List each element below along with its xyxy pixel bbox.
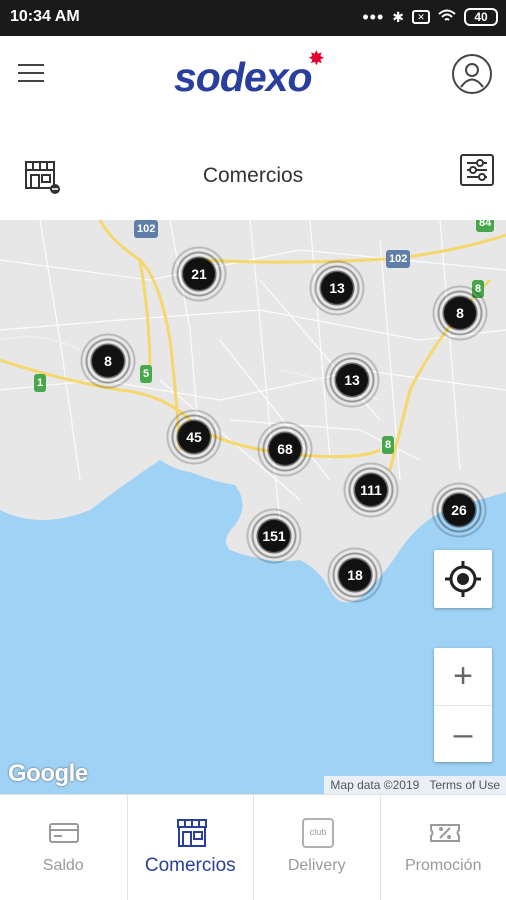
card-icon (49, 823, 79, 843)
map-cluster-marker[interactable]: 26 (428, 479, 490, 541)
bottom-navigation: Saldo Comercios club Delivery Promoción (0, 794, 506, 900)
major-roads (0, 220, 506, 471)
nav-item-delivery[interactable]: club Delivery (253, 795, 380, 900)
status-bar: 10:34 AM ••• ✱ ✕ 40 (0, 0, 506, 36)
discount-ticket-icon (429, 824, 460, 842)
status-icons: ••• ✱ ✕ 40 (362, 8, 498, 26)
road-shield: 84 (476, 220, 495, 232)
road-shield: 5 (140, 365, 153, 383)
cluster-count: 45 (178, 421, 210, 453)
nav-label: Saldo (42, 857, 84, 874)
cluster-count: 18 (339, 559, 371, 591)
map-view[interactable]: 102 102 84 8 5 1 8 21 13 8 8 13 45 68 11… (0, 220, 506, 794)
nav-label: Promoción (405, 857, 482, 874)
map-cluster-marker[interactable]: 13 (306, 257, 368, 319)
zoom-out-button[interactable]: – (434, 705, 492, 762)
map-cluster-marker[interactable]: 18 (324, 544, 386, 606)
crosshair-icon (445, 561, 481, 597)
cluster-count: 13 (336, 364, 368, 396)
map-cluster-marker[interactable]: 68 (254, 418, 316, 480)
user-profile-icon[interactable] (452, 54, 492, 94)
map-cluster-marker[interactable]: 21 (168, 243, 230, 305)
nav-label: Delivery (287, 857, 346, 874)
club-delivery-icon: club (302, 818, 334, 848)
hamburger-icon[interactable] (18, 64, 44, 86)
minor-streets (0, 220, 506, 521)
road-shield: 1 (34, 374, 47, 392)
app-header: sodexo ✸ (0, 36, 506, 120)
nav-item-promocion[interactable]: Promoción (379, 795, 506, 900)
page-title: Comercios (202, 164, 304, 187)
logo-star-icon: ✸ (308, 48, 325, 70)
cluster-count: 26 (443, 494, 475, 526)
svg-text:club: club (310, 827, 327, 837)
map-cluster-marker[interactable]: 151 (243, 505, 305, 567)
map-cluster-marker[interactable]: 8 (77, 330, 139, 392)
battery-icon: 40 (464, 8, 498, 26)
zoom-in-button[interactable]: + (434, 648, 492, 705)
zoom-controls: + – (434, 648, 492, 762)
map-attribution: Map data ©2019 Terms of Use (324, 776, 506, 794)
filter-sliders-icon[interactable] (460, 154, 494, 186)
nav-item-saldo[interactable]: Saldo (0, 795, 127, 900)
cluster-count: 68 (269, 433, 301, 465)
my-location-button[interactable] (434, 550, 492, 608)
cluster-count: 111 (355, 474, 387, 506)
section-header: Comercios (0, 120, 506, 220)
cluster-count: 8 (444, 297, 476, 329)
nav-item-comercios[interactable]: Comercios (126, 795, 254, 900)
cluster-count: 21 (183, 258, 215, 290)
wifi-icon (438, 9, 456, 26)
cluster-count: 151 (258, 520, 290, 552)
cluster-count: 8 (92, 345, 124, 377)
nav-label: Comercios (144, 855, 236, 876)
notification-dots: ••• (362, 7, 385, 27)
status-time: 10:34 AM (10, 8, 80, 25)
map-cluster-marker[interactable]: 8 (429, 282, 491, 344)
map-cluster-marker[interactable]: 13 (321, 349, 383, 411)
road-shield: 102 (386, 250, 411, 268)
bluetooth-icon: ✱ (392, 8, 404, 25)
sodexo-logo: sodexo ✸ (172, 44, 342, 104)
road-shield: 102 (134, 220, 159, 238)
road-shield: 8 (382, 436, 395, 454)
cluster-count: 13 (321, 272, 353, 304)
terms-of-use-link[interactable]: Terms of Use (429, 778, 500, 792)
logo-text: sodexo (174, 54, 313, 100)
sim-icon: ✕ (412, 10, 430, 24)
store-icon (176, 819, 207, 847)
google-logo: Google (8, 760, 88, 787)
map-cluster-marker[interactable]: 111 (340, 459, 402, 521)
map-data-text: Map data ©2019 (330, 778, 420, 792)
map-cluster-marker[interactable]: 45 (163, 406, 225, 468)
